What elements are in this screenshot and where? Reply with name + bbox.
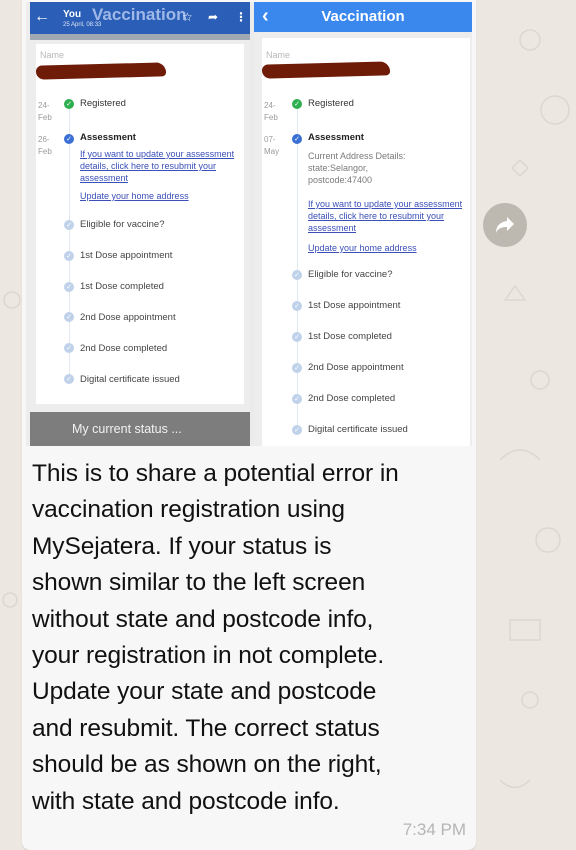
redacted-name — [261, 61, 391, 79]
star-icon[interactable]: ☆ — [182, 10, 193, 24]
check-pending-icon: ✓ — [64, 220, 74, 230]
timeline-label: Eligible for vaccine? — [308, 269, 393, 280]
right-app-header: ‹ Vaccination — [254, 2, 472, 32]
left-status-card: Name 24- Feb ✓ Registered 26- Feb ✓ Asse… — [35, 44, 244, 404]
header-shadow — [30, 34, 250, 40]
attached-image[interactable]: ← You 25 April, 08:33 Vaccination ☆ ➦ ⋮ … — [26, 2, 472, 446]
timeline-label: 1st Dose appointment — [80, 250, 173, 261]
timeline-label: Digital certificate issued — [308, 424, 408, 435]
timeline-date: 26- Feb — [38, 135, 52, 156]
timeline-label: Assessment — [80, 132, 136, 143]
timeline-label: Registered — [308, 98, 354, 109]
name-label: Name — [266, 50, 291, 60]
resubmit-assessment-link[interactable]: If you want to update your assessment de… — [308, 198, 463, 234]
check-current-icon: ✓ — [292, 134, 302, 144]
left-app-header: ← You 25 April, 08:33 Vaccination ☆ ➦ ⋮ — [30, 2, 250, 34]
left-header-title: Vaccination — [92, 5, 187, 24]
sender-name: You — [63, 9, 82, 20]
check-pending-icon: ✓ — [64, 343, 74, 353]
forward-button[interactable] — [483, 203, 527, 247]
right-screenshot: ‹ Vaccination Name 24- Feb ✓ Registered … — [254, 2, 472, 446]
check-done-icon: ✓ — [64, 99, 74, 109]
check-current-icon: ✓ — [64, 134, 74, 144]
timeline-label: 2nd Dose appointment — [80, 312, 176, 323]
image-caption: My current status ... — [30, 412, 250, 446]
right-status-card: Name 24- Feb ✓ Registered 07- May ✓ Asse… — [261, 38, 470, 446]
timeline-date: 24- Feb — [38, 101, 52, 122]
timeline-date: 24- Feb — [264, 101, 278, 122]
right-header-title: Vaccination — [321, 8, 405, 25]
timeline-date: 07- May — [264, 135, 280, 156]
message-timestamp: 7:34 PM — [402, 820, 466, 839]
timeline-label: Assessment — [308, 132, 364, 143]
timeline-label: 1st Dose appointment — [308, 300, 401, 311]
timeline-label: 1st Dose completed — [308, 331, 392, 342]
message-text: This is to share a potential error in va… — [32, 460, 399, 815]
check-pending-icon: ✓ — [292, 270, 302, 280]
update-address-link[interactable]: Update your home address — [308, 242, 468, 254]
check-pending-icon: ✓ — [64, 282, 74, 292]
check-done-icon: ✓ — [292, 99, 302, 109]
check-pending-icon: ✓ — [292, 301, 302, 311]
timeline-line — [69, 104, 70, 384]
forward-icon — [496, 217, 514, 233]
back-arrow-icon[interactable]: ← — [34, 8, 50, 26]
left-screenshot: ← You 25 April, 08:33 Vaccination ☆ ➦ ⋮ … — [26, 2, 250, 446]
timeline-label: Eligible for vaccine? — [80, 219, 165, 230]
more-vert-icon[interactable]: ⋮ — [235, 10, 247, 24]
redacted-name — [35, 62, 167, 80]
check-pending-icon: ✓ — [64, 251, 74, 261]
update-address-link[interactable]: Update your home address — [80, 190, 240, 202]
message-bubble: ← You 25 April, 08:33 Vaccination ☆ ➦ ⋮ … — [22, 0, 476, 850]
check-pending-icon: ✓ — [64, 374, 74, 384]
check-pending-icon: ✓ — [292, 363, 302, 373]
resubmit-assessment-link[interactable]: If you want to update your assessment de… — [80, 148, 235, 184]
name-label: Name — [40, 50, 65, 60]
current-address-details: Current Address Details: state:Selangor,… — [308, 151, 406, 185]
check-pending-icon: ✓ — [292, 394, 302, 404]
check-pending-icon: ✓ — [292, 332, 302, 342]
check-pending-icon: ✓ — [64, 312, 74, 322]
timeline-label: 2nd Dose appointment — [308, 362, 404, 373]
timeline-label: Registered — [80, 98, 126, 109]
share-icon[interactable]: ➦ — [208, 10, 218, 24]
timeline-label: 1st Dose completed — [80, 281, 164, 292]
timeline-label: 2nd Dose completed — [308, 393, 396, 404]
timeline-label: 2nd Dose completed — [80, 343, 168, 354]
timeline-label: Digital certificate issued — [80, 374, 180, 385]
check-pending-icon: ✓ — [292, 425, 302, 435]
